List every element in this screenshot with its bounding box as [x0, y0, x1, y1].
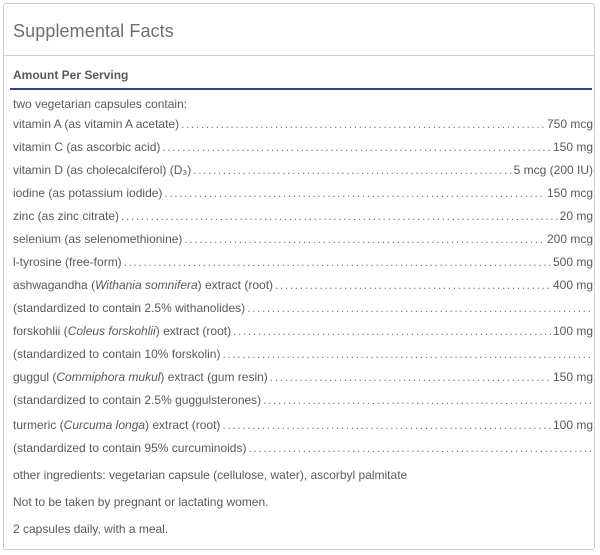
ingredient-amount: 150 mg	[552, 370, 593, 384]
panel-title: Supplemental Facts	[13, 21, 174, 41]
dot-leader: ........................................…	[164, 186, 545, 200]
dot-leader: ........................................…	[193, 163, 511, 177]
ingredient-name-text: (standardized to contain 2.5% guggulster…	[13, 393, 262, 407]
ingredient-amount: 500 mg	[552, 255, 593, 269]
ingredient-name: (standardized to contain 2.5% guggulster…	[13, 393, 261, 407]
dot-leader: ........................................…	[222, 418, 551, 432]
ingredient-name-text: (standardized to contain 95% curcuminoid…	[13, 441, 247, 455]
ingredient-row: (standardized to contain 10% forskolin).…	[13, 347, 593, 361]
ingredient-row: iodine (as potassium iodide)............…	[13, 186, 593, 200]
ingredient-amount: 150 mcg	[546, 186, 593, 200]
ingredient-amount: 20 mg	[559, 209, 593, 223]
ingredient-name-text: l-tyrosine (free-form)	[13, 255, 122, 269]
ingredient-row: (standardized to contain 2.5% guggulster…	[13, 393, 593, 407]
dot-leader: ........................................…	[184, 232, 545, 246]
ingredient-row: ashwagandha (Withania somnifera) extract…	[13, 278, 593, 292]
ingredient-name-text: ashwagandha (	[13, 278, 96, 292]
ingredient-name: guggul (Commiphora mukul) extract (gum r…	[13, 370, 268, 384]
serving-intro: two vegetarian capsules contain:	[13, 97, 188, 111]
ingredient-name-text: vitamin D (as cholecalciferol) (D₃)	[13, 163, 192, 177]
ingredient-row: zinc (as zinc citrate)..................…	[13, 209, 593, 223]
ingredient-name-suffix: ) extract (root)	[145, 418, 221, 432]
ingredient-amount: 750 mcg	[546, 117, 593, 131]
dot-leader: ........................................…	[275, 278, 551, 292]
ingredient-name-text: vitamin A (as vitamin A acetate)	[13, 117, 180, 131]
ingredient-amount: 200 mcg	[546, 232, 593, 246]
ingredient-amount: 100 mg	[552, 324, 593, 338]
ingredient-name-text: vitamin C (as ascorbic acid)	[13, 140, 161, 154]
ingredient-row: forskohlii (Coleus forskohlii) extract (…	[13, 324, 593, 338]
dot-leader: ........................................…	[248, 441, 591, 455]
heading-divider	[10, 88, 592, 90]
ingredient-amount: 400 mg	[552, 278, 593, 292]
ingredient-row: (standardized to contain 95% curcuminoid…	[13, 441, 593, 455]
supplement-facts-panel: Supplemental Facts Amount Per Serving tw…	[3, 3, 595, 550]
ingredient-name-text: turmeric (	[13, 418, 64, 432]
dot-leader: ........................................…	[181, 117, 545, 131]
ingredient-row: vitamin C (as ascorbic acid)............…	[13, 140, 593, 154]
ingredient-name-suffix: ) extract (root)	[197, 278, 274, 292]
ingredient-amount: 150 mg	[552, 140, 593, 154]
ingredient-name-text: (standardized to contain 2.5% withanolid…	[13, 301, 246, 315]
ingredient-name: l-tyrosine (free-form)	[13, 255, 122, 269]
ingredient-name: iodine (as potassium iodide)	[13, 186, 162, 200]
ingredient-name: forskohlii (Coleus forskohlii) extract (…	[13, 324, 231, 338]
ingredient-name-suffix: ) extract (root)	[155, 324, 232, 338]
ingredient-name: turmeric (Curcuma longa) extract (root)	[13, 418, 220, 432]
dot-leader: ........................................…	[123, 255, 551, 269]
ingredient-row: selenium (as selenomethionine)..........…	[13, 232, 593, 246]
ingredient-name-text: forskohlii (	[13, 324, 68, 338]
ingredient-name: vitamin D (as cholecalciferol) (D₃)	[13, 163, 191, 177]
ingredient-row: vitamin A (as vitamin A acetate)........…	[13, 117, 593, 131]
ingredient-amount: 5 mcg (200 IU)	[513, 163, 593, 177]
ingredient-amount: 100 mg	[552, 418, 593, 432]
note-line: Not to be taken by pregnant or lactating…	[13, 495, 269, 509]
ingredient-name: (standardized to contain 10% forskolin)	[13, 347, 220, 361]
ingredient-row: vitamin D (as cholecalciferol) (D₃).....…	[13, 163, 593, 177]
ingredient-name: (standardized to contain 2.5% withanolid…	[13, 301, 245, 315]
dot-leader: ........................................…	[162, 140, 551, 154]
botanical-name: Curcuma longa	[63, 418, 146, 432]
amount-heading: Amount Per Serving	[13, 68, 129, 82]
ingredient-name: zinc (as zinc citrate)	[13, 209, 119, 223]
ingredient-name: vitamin A (as vitamin A acetate)	[13, 117, 179, 131]
ingredient-name-text: selenium (as selenomethionine)	[13, 232, 183, 246]
botanical-name: Coleus forskohlii	[67, 324, 156, 338]
ingredient-row: l-tyrosine (free-form)..................…	[13, 255, 593, 269]
ingredient-name: ashwagandha (Withania somnifera) extract…	[13, 278, 273, 292]
ingredient-name-suffix: ) extract (gum resin)	[160, 370, 268, 384]
ingredient-name-text: iodine (as potassium iodide)	[13, 186, 163, 200]
ingredient-name: selenium (as selenomethionine)	[13, 232, 182, 246]
dot-leader: ........................................…	[247, 301, 591, 315]
note-line: other ingredients: vegetarian capsule (c…	[13, 468, 408, 482]
botanical-name: Withania somnifera	[95, 278, 198, 292]
ingredient-row: turmeric (Curcuma longa) extract (root).…	[13, 418, 593, 432]
note-line: 2 capsules daily, with a meal.	[13, 522, 169, 536]
ingredient-row: guggul (Commiphora mukul) extract (gum r…	[13, 370, 593, 384]
ingredient-name-text: guggul (	[13, 370, 57, 384]
ingredient-name-text: (standardized to contain 10% forskolin)	[13, 347, 221, 361]
dot-leader: ........................................…	[233, 324, 551, 338]
dot-leader: ........................................…	[263, 393, 591, 407]
ingredient-row: (standardized to contain 2.5% withanolid…	[13, 301, 593, 315]
dot-leader: ........................................…	[222, 347, 591, 361]
ingredient-name: (standardized to contain 95% curcuminoid…	[13, 441, 246, 455]
botanical-name: Commiphora mukul	[56, 370, 161, 384]
dot-leader: ........................................…	[121, 209, 558, 223]
title-divider	[4, 55, 594, 56]
ingredient-name: vitamin C (as ascorbic acid)	[13, 140, 160, 154]
ingredient-name-text: zinc (as zinc citrate)	[13, 209, 120, 223]
dot-leader: ........................................…	[269, 370, 551, 384]
